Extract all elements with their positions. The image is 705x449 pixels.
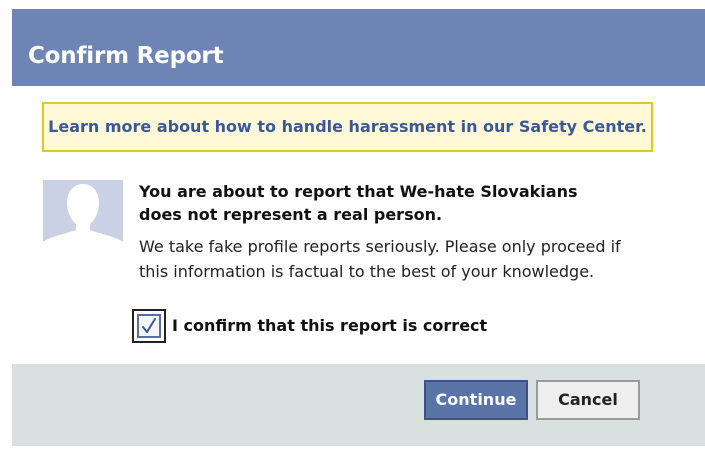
confirm-row: I confirm that this report is correct xyxy=(132,306,487,346)
confirm-checkbox[interactable] xyxy=(132,309,166,343)
confirm-label[interactable]: I confirm that this report is correct xyxy=(172,316,487,336)
report-description-line: We take fake profile reports seriously. … xyxy=(139,237,621,256)
dialog-header: Confirm Report xyxy=(12,9,705,86)
report-heading-line: You are about to report that We-hate Slo… xyxy=(139,182,578,201)
default-profile-silhouette-icon xyxy=(43,180,123,260)
confirm-report-dialog: Confirm Report Learn more about how to h… xyxy=(12,9,705,446)
report-description: We take fake profile reports seriously. … xyxy=(139,234,684,284)
report-heading-line: does not represent a real person. xyxy=(139,205,443,224)
report-heading: You are about to report that We-hate Slo… xyxy=(139,180,679,226)
cancel-button[interactable]: Cancel xyxy=(536,380,640,420)
safety-center-link[interactable]: Learn more about how to handle harassmen… xyxy=(44,117,651,137)
safety-notice: Learn more about how to handle harassmen… xyxy=(42,102,653,152)
dialog-footer: Continue Cancel xyxy=(12,364,705,446)
dialog-body: Learn more about how to handle harassmen… xyxy=(12,86,705,364)
checkbox-inner xyxy=(137,314,161,338)
avatar-silhouette-graphic xyxy=(43,180,123,260)
continue-button[interactable]: Continue xyxy=(424,380,528,420)
dialog-title: Confirm Report xyxy=(28,43,224,69)
check-icon xyxy=(142,318,156,333)
report-description-line: this information is factual to the best … xyxy=(139,262,595,281)
